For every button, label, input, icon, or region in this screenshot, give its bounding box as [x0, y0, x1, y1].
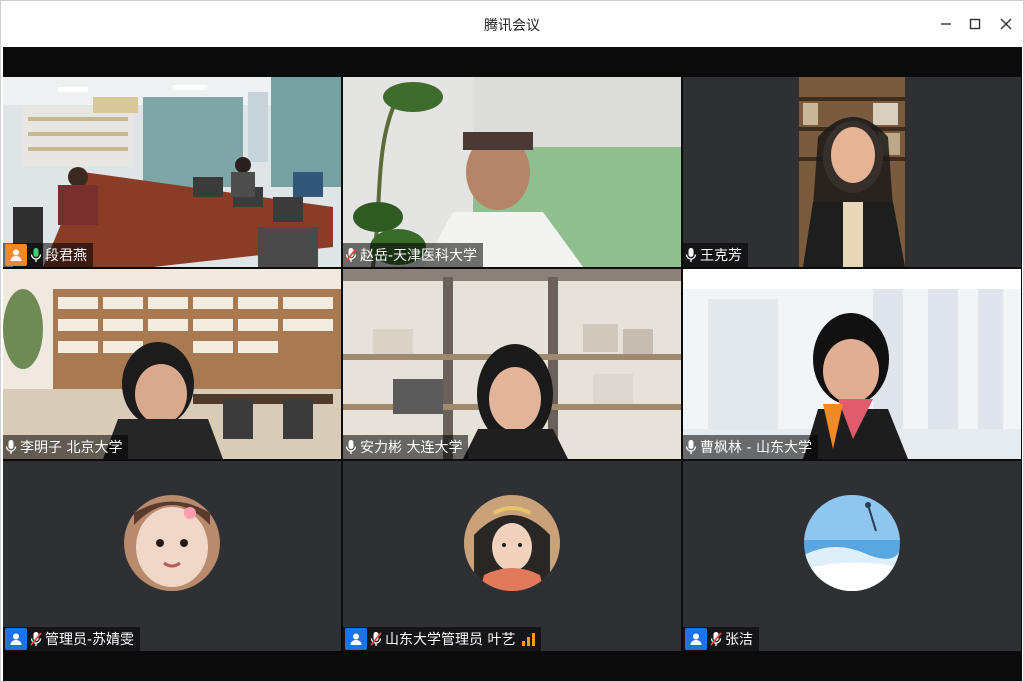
video-tile[interactable]: 管理员-苏婧雯 [3, 461, 341, 651]
close-icon [1000, 18, 1012, 30]
participant-label: 山东大学管理员 叶艺 [343, 627, 542, 651]
participant-label: 赵岳-天津医科大学 [343, 243, 484, 267]
participant-name: 曹枫林 - 山东大学 [700, 440, 812, 456]
minimize-button[interactable] [935, 13, 957, 35]
video-grid: 段君燕 赵岳-天津医科大学 王克芳 李明子 北京大学 安力彬 大连大学 曹枫林 … [3, 47, 1022, 681]
participant-name: 山东大学管理员 叶艺 [385, 632, 516, 648]
participant-name: 段君燕 [45, 248, 87, 264]
video-tile[interactable]: 安力彬 大连大学 [343, 269, 681, 459]
avatar [464, 495, 560, 591]
participant-name: 安力彬 大连大学 [360, 440, 463, 456]
avatar [804, 495, 900, 591]
video-tile[interactable]: 曹枫林 - 山东大学 [683, 269, 1021, 459]
user-badge [685, 628, 707, 650]
microphone-muted-icon [710, 631, 722, 647]
video-tile[interactable]: 赵岳-天津医科大学 [343, 77, 681, 267]
window-title: 腾讯会议 [484, 18, 540, 34]
close-button[interactable] [995, 13, 1017, 35]
avatar [124, 495, 220, 591]
microphone-icon [685, 439, 697, 455]
video-tile[interactable]: 山东大学管理员 叶艺 [343, 461, 681, 651]
video-tile[interactable]: 李明子 北京大学 [3, 269, 341, 459]
user-badge [345, 628, 367, 650]
maximize-icon [969, 18, 981, 30]
minimize-icon [941, 23, 951, 25]
participant-name: 李明子 北京大学 [20, 440, 123, 456]
participant-label: 张洁 [683, 627, 759, 651]
video-tile[interactable]: 段君燕 [3, 77, 341, 267]
video-feed [3, 77, 341, 267]
video-feed [343, 77, 681, 267]
user-icon [10, 633, 22, 645]
video-feed [683, 77, 1021, 267]
microphone-icon [685, 247, 697, 263]
video-tile[interactable]: 王克芳 [683, 77, 1021, 267]
user-icon [350, 633, 362, 645]
microphone-icon [30, 247, 42, 263]
participant-label: 曹枫林 - 山东大学 [683, 435, 818, 459]
participant-label: 安力彬 大连大学 [343, 435, 469, 459]
maximize-button[interactable] [964, 13, 986, 35]
microphone-icon [5, 439, 17, 455]
participant-label: 李明子 北京大学 [3, 435, 129, 459]
microphone-icon [345, 439, 357, 455]
participant-name: 王克芳 [700, 248, 742, 264]
network-signal-icon [522, 632, 536, 646]
video-feed [3, 269, 341, 459]
video-feed [683, 269, 1021, 459]
title-bar: 腾讯会议 [1, 1, 1023, 47]
participant-label: 段君燕 [3, 243, 93, 267]
participant-name: 管理员-苏婧雯 [45, 632, 135, 648]
video-feed [343, 269, 681, 459]
host-badge [5, 244, 27, 266]
participant-name: 张洁 [725, 632, 753, 648]
meeting-window: 腾讯会议 段君燕 赵岳-天津医科大学 王克芳 李明子 北京大学 安力彬 大连大学… [0, 0, 1024, 682]
user-badge [5, 628, 27, 650]
participant-label: 管理员-苏婧雯 [3, 627, 141, 651]
microphone-muted-icon [370, 631, 382, 647]
microphone-muted-icon [345, 247, 357, 263]
participant-label: 王克芳 [683, 243, 748, 267]
microphone-muted-icon [30, 631, 42, 647]
participant-name: 赵岳-天津医科大学 [360, 248, 478, 264]
user-icon [10, 249, 22, 261]
user-icon [690, 633, 702, 645]
video-tile[interactable]: 张洁 [683, 461, 1021, 651]
